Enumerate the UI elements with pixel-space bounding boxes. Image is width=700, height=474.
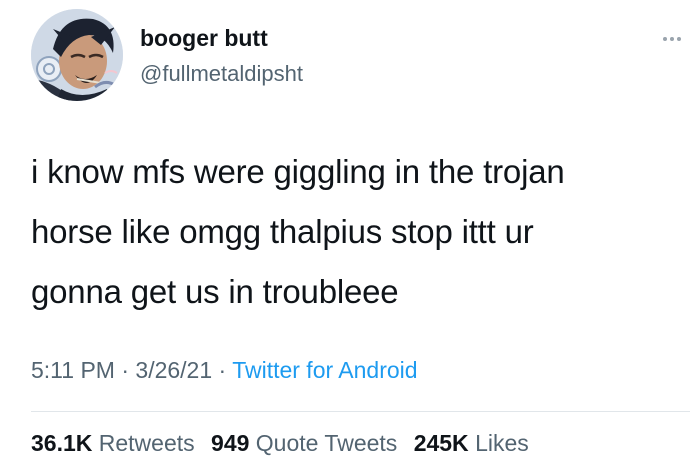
tweet-stats: 36.1K Retweets 949 Quote Tweets 245K Lik… [31, 430, 539, 457]
likes-count: 245K [413, 430, 469, 456]
tweet-meta: 5:11 PM · 3/26/21 · Twitter for Android [31, 357, 418, 384]
quote-tweets-label: Quote Tweets [255, 430, 398, 456]
retweets-count: 36.1K [31, 430, 93, 456]
retweets-label: Retweets [98, 430, 195, 456]
author-display-name[interactable]: booger butt [140, 25, 268, 52]
tweet-date[interactable]: 3/26/21 [135, 357, 212, 383]
tweet-text-line: horse like omgg thalpius stop ittt ur [31, 213, 534, 250]
author-handle[interactable]: @fullmetaldipsht [140, 61, 303, 87]
tweet-text: i know mfs were giggling in the trojan h… [31, 142, 681, 322]
more-dot [670, 37, 674, 41]
profile-avatar-icon[interactable] [31, 9, 123, 101]
tweet-text-line: gonna get us in troubleee [31, 273, 399, 310]
more-dot [677, 37, 681, 41]
meta-separator: · [114, 357, 136, 383]
quote-tweets-count: 949 [211, 430, 250, 456]
retweets-stat[interactable]: 36.1K Retweets [31, 430, 195, 456]
tweet-time[interactable]: 5:11 PM [31, 357, 115, 383]
divider [31, 411, 690, 412]
tweet-text-line: i know mfs were giggling in the trojan [31, 153, 565, 190]
meta-separator: · [212, 357, 233, 383]
tweet-source-link[interactable]: Twitter for Android [232, 357, 417, 383]
more-dot [663, 37, 667, 41]
more-options-icon[interactable] [652, 28, 692, 50]
likes-label: Likes [475, 430, 529, 456]
likes-stat[interactable]: 245K Likes [414, 430, 529, 456]
tweet-card: booger butt @fullmetaldipsht i know mfs … [0, 0, 700, 474]
quote-tweets-stat[interactable]: 949 Quote Tweets [211, 430, 397, 456]
